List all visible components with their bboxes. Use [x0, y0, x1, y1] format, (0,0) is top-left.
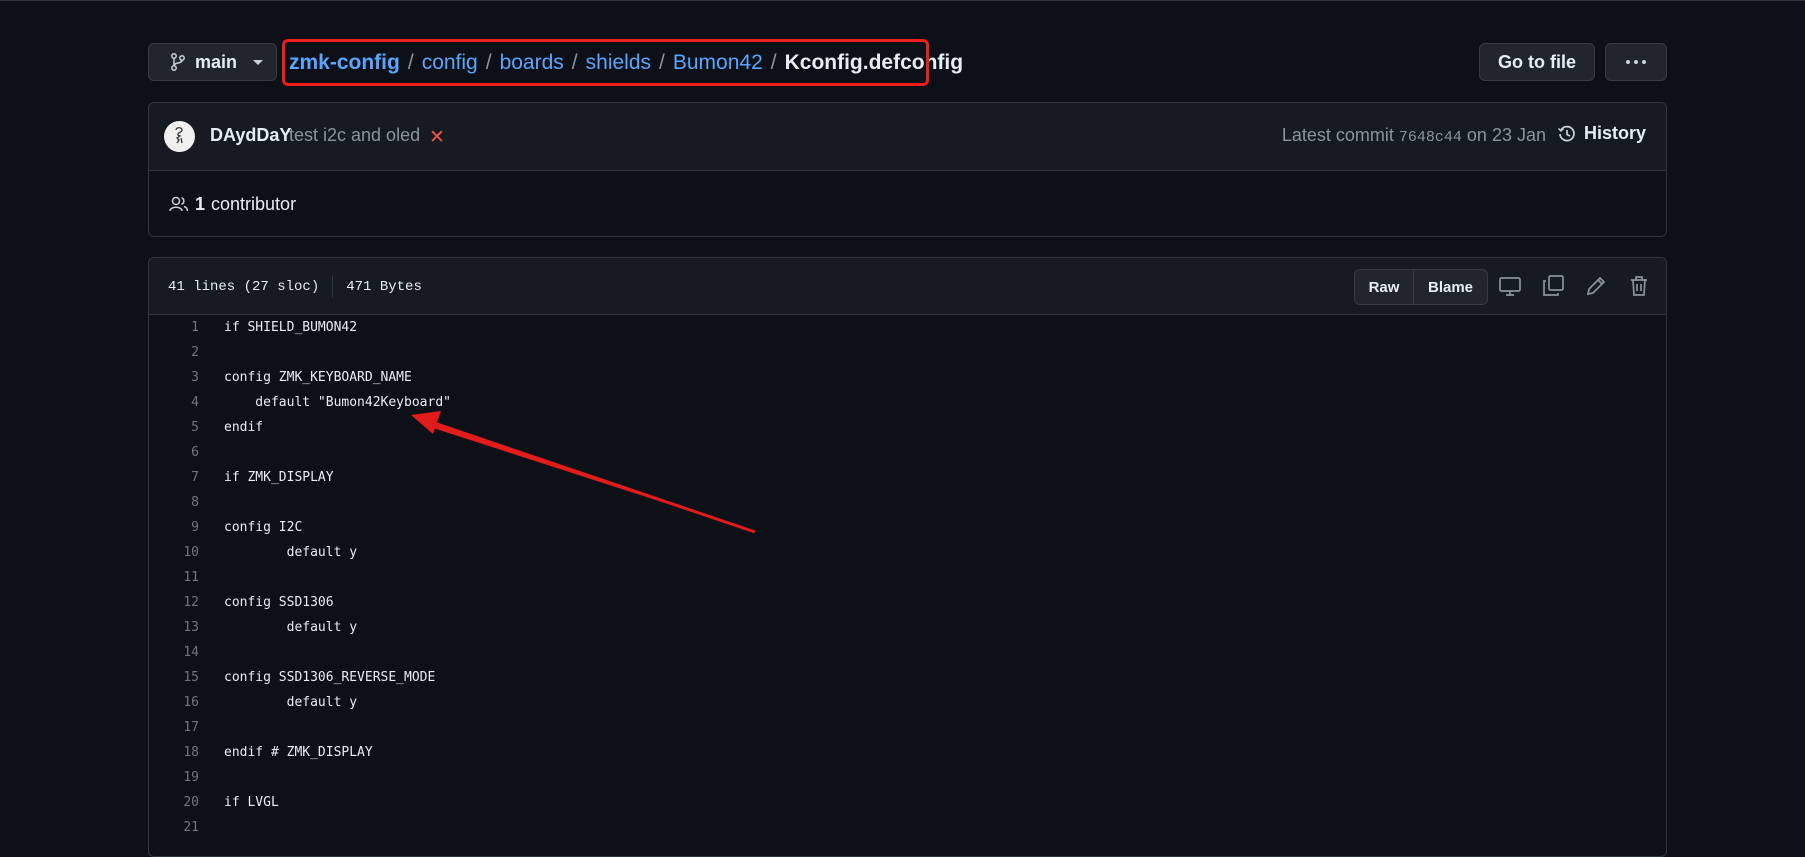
blame-button[interactable]: Blame	[1414, 270, 1487, 304]
trash-icon[interactable]	[1627, 274, 1651, 298]
kebab-icon	[1626, 60, 1646, 64]
commit-author-link[interactable]: DAydDaY	[210, 125, 291, 146]
line-content: default y	[224, 545, 358, 560]
line-number[interactable]: 12	[149, 595, 199, 610]
line-number[interactable]: 7	[149, 470, 199, 485]
line-content: config SSD1306_REVERSE_MODE	[224, 670, 436, 685]
top-divider	[0, 0, 1805, 1]
line-number[interactable]: 21	[149, 820, 199, 835]
file-info: 41 lines (27 sloc) 471 Bytes	[168, 276, 422, 298]
code-line: 15 config SSD1306_REVERSE_MODE	[149, 665, 1666, 690]
line-content: config I2C	[224, 520, 303, 535]
x-icon[interactable]: ✕	[429, 126, 445, 149]
more-options-button[interactable]	[1605, 43, 1667, 81]
line-content: endif # ZMK_DISPLAY	[224, 745, 373, 760]
contributors-row[interactable]: 1 contributor	[149, 171, 1666, 236]
code-line: 20 if LVGL	[149, 790, 1666, 815]
code-view: 1 if SHIELD_BUMON42 2 3 config ZMK_KEYBOARD_…	[149, 315, 1666, 840]
code-line: 9 config I2C	[149, 515, 1666, 540]
line-content: default y	[224, 695, 358, 710]
breadcrumb-highlight-annotation	[282, 39, 929, 86]
desktop-icon[interactable]	[1498, 274, 1522, 298]
raw-button[interactable]: Raw	[1355, 270, 1414, 304]
line-number[interactable]: 10	[149, 545, 199, 560]
code-line: 2	[149, 340, 1666, 365]
line-number[interactable]: 14	[149, 645, 199, 660]
line-number[interactable]: 11	[149, 570, 199, 585]
line-number[interactable]: 3	[149, 370, 199, 385]
commit-sha-link[interactable]: 7648c44	[1399, 129, 1462, 146]
line-content: config ZMK_KEYBOARD_NAME	[224, 370, 412, 385]
history-label: History	[1583, 123, 1646, 143]
line-content: config SSD1306	[224, 595, 334, 610]
code-line: 4 default "Bumon42Keyboard"	[149, 390, 1666, 415]
git-branch-icon	[171, 53, 185, 71]
commit-header: DAydDaY test i2c and oled ✕ Latest commi…	[149, 103, 1666, 171]
code-line: 6	[149, 440, 1666, 465]
go-to-file-button[interactable]: Go to file	[1479, 43, 1595, 81]
contributors-count: 1	[195, 193, 206, 214]
divider	[332, 276, 334, 298]
code-line: 21	[149, 815, 1666, 840]
branch-name: main	[195, 51, 238, 72]
line-number[interactable]: 13	[149, 620, 199, 635]
avatar[interactable]	[164, 121, 195, 152]
code-line: 13 default y	[149, 615, 1666, 640]
line-content: endif	[224, 420, 264, 435]
commit-message-link[interactable]: test i2c and oled	[289, 125, 420, 146]
line-number[interactable]: 5	[149, 420, 199, 435]
raw-blame-group: Raw Blame	[1354, 269, 1488, 305]
latest-commit-box: DAydDaY test i2c and oled ✕ Latest commi…	[148, 102, 1667, 237]
branch-select-button[interactable]: main	[148, 43, 277, 81]
line-number[interactable]: 18	[149, 745, 199, 760]
code-line: 5 endif	[149, 415, 1666, 440]
code-line: 10 default y	[149, 540, 1666, 565]
copy-icon[interactable]	[1541, 274, 1565, 298]
commit-meta: Latest commit 7648c44 on 23 Jan	[1282, 125, 1546, 146]
code-line: 19	[149, 765, 1666, 790]
line-number[interactable]: 4	[149, 395, 199, 410]
code-line: 17	[149, 715, 1666, 740]
code-line: 7 if ZMK_DISPLAY	[149, 465, 1666, 490]
line-number[interactable]: 16	[149, 695, 199, 710]
line-content: if LVGL	[224, 795, 279, 810]
chevron-down-icon	[253, 59, 264, 65]
code-line: 1 if SHIELD_BUMON42	[149, 315, 1666, 340]
history-icon	[1557, 125, 1575, 141]
code-line: 8	[149, 490, 1666, 515]
line-number[interactable]: 1	[149, 320, 199, 335]
file-line-count: 41 lines (27 sloc)	[168, 279, 320, 295]
line-number[interactable]: 20	[149, 795, 199, 810]
contributors-label: contributor	[211, 193, 297, 214]
code-line: 18 endif # ZMK_DISPLAY	[149, 740, 1666, 765]
line-number[interactable]: 6	[149, 445, 199, 460]
line-number[interactable]: 15	[149, 670, 199, 685]
line-content: if ZMK_DISPLAY	[224, 470, 334, 485]
code-line: 14	[149, 640, 1666, 665]
file-header: 41 lines (27 sloc) 471 Bytes Raw Blame	[149, 258, 1666, 315]
line-content: if SHIELD_BUMON42	[224, 320, 358, 335]
commit-date: on 23 Jan	[1466, 125, 1546, 145]
line-number[interactable]: 19	[149, 770, 199, 785]
pencil-icon[interactable]	[1584, 274, 1608, 298]
code-line: 11	[149, 565, 1666, 590]
code-line: 3 config ZMK_KEYBOARD_NAME	[149, 365, 1666, 390]
code-line: 16 default y	[149, 690, 1666, 715]
file-viewer: 41 lines (27 sloc) 471 Bytes Raw Blame 1…	[148, 257, 1667, 857]
line-content: default "Bumon42Keyboard"	[224, 395, 451, 410]
line-number[interactable]: 2	[149, 345, 199, 360]
line-content: default y	[224, 620, 358, 635]
file-size: 471 Bytes	[346, 279, 422, 295]
people-icon	[169, 196, 189, 212]
line-number[interactable]: 17	[149, 720, 199, 735]
line-number[interactable]: 9	[149, 520, 199, 535]
line-number[interactable]: 8	[149, 495, 199, 510]
history-link[interactable]: History	[1557, 123, 1646, 144]
code-line: 12 config SSD1306	[149, 590, 1666, 615]
commit-meta-prefix: Latest commit	[1281, 125, 1394, 145]
